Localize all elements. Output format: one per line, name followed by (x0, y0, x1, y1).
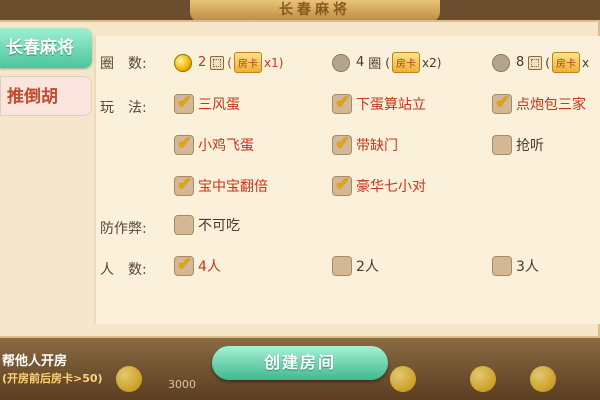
checkbox-checked (332, 133, 352, 155)
paren-close: ) (278, 55, 284, 70)
room-card-icon: 房卡 (391, 52, 420, 73)
wanfa-option-baozhongbao[interactable]: 宝中宝翻倍 (174, 174, 268, 196)
option-label: 豪华七小对 (356, 179, 426, 195)
tab-label: 长春麻将 (6, 38, 74, 58)
quan-label: 圈 数: (100, 56, 147, 72)
paren-close: ) (436, 55, 442, 70)
room-card-icon: 房卡 (551, 52, 580, 73)
checkbox-checked (332, 174, 352, 196)
quan-unit: 圈 (368, 57, 382, 72)
checkbox-unchecked (332, 256, 352, 276)
tab-changchun-mahjong[interactable]: 长春麻将 (0, 28, 92, 68)
paren-open: ( (545, 55, 550, 70)
help-open-room-note: (开房前后房卡>50) (2, 372, 103, 385)
quan-option-2[interactable]: 2 ( 房卡 x1 ) (174, 52, 283, 73)
wanfa-option-quemen[interactable]: 带缺门 (332, 133, 398, 155)
top-banner: 长春麻将 (190, 0, 440, 22)
tab-tuidaohu[interactable]: 推倒胡 (0, 76, 92, 116)
quan-option-8[interactable]: 8 ( 房卡 x (492, 52, 589, 73)
fangzuobi-label: 防作弊: (100, 221, 147, 237)
checkbox-checked (174, 174, 194, 196)
create-room-label: 创建房间 (263, 353, 336, 372)
radio (492, 53, 510, 72)
create-room-button[interactable]: 创建房间 (212, 346, 388, 380)
paren-open: ( (385, 55, 390, 70)
wanfa-option-haohua[interactable]: 豪华七小对 (332, 174, 426, 196)
quan-num: 8 (516, 55, 525, 70)
quan-option-4[interactable]: 4 圈 ( 房卡 x2 ) (332, 52, 441, 73)
wanfa-option-sanfengdan[interactable]: 三风蛋 (174, 92, 240, 114)
option-label: 抢听 (516, 138, 544, 154)
checkbox-checked (174, 92, 194, 114)
option-label: 下蛋算站立 (356, 97, 426, 113)
checkbox-checked (174, 133, 194, 155)
quan-mult: x (581, 55, 590, 70)
quan-unit-icon (528, 55, 543, 70)
option-label: 宝中宝翻倍 (198, 179, 268, 195)
coin-count: 3000 (168, 378, 196, 391)
radio-selected (174, 53, 192, 72)
wanfa-option-xiadan[interactable]: 下蛋算站立 (332, 92, 426, 114)
quan-mult: x1 (263, 55, 279, 70)
option-label: 2人 (356, 259, 379, 275)
quan-num: 4 (356, 55, 365, 70)
bot-gift-icon (470, 366, 496, 392)
checkbox-unchecked (492, 256, 512, 276)
renshu-option-2[interactable]: 2人 (332, 256, 379, 276)
help-open-room-button[interactable]: 帮他人开房 (2, 350, 67, 369)
option-label: 带缺门 (356, 138, 398, 154)
bot-coin-icon (116, 366, 142, 392)
tab-label: 推倒胡 (7, 87, 58, 107)
wanfa-option-qiangting[interactable]: 抢听 (492, 135, 544, 155)
option-label: 三风蛋 (198, 97, 240, 113)
renshu-option-4[interactable]: 4人 (174, 254, 221, 276)
paren-open: ( (227, 55, 232, 70)
checkbox-unchecked (492, 135, 512, 155)
bot-gem-icon (390, 366, 416, 392)
banner-title: 长春麻将 (279, 2, 351, 18)
option-label: 4人 (198, 259, 221, 275)
radio (332, 53, 350, 72)
renshu-option-3[interactable]: 3人 (492, 256, 539, 276)
option-label: 不可吃 (198, 218, 240, 234)
checkbox-checked (332, 92, 352, 114)
renshu-label: 人 数: (100, 262, 147, 278)
wanfa-label: 玩 法: (100, 100, 147, 116)
quan-num: 2 (198, 55, 207, 70)
bot-shop-icon (530, 366, 556, 392)
wanfa-option-xiaoji[interactable]: 小鸡飞蛋 (174, 133, 254, 155)
option-label: 点炮包三家 (516, 97, 586, 113)
quan-unit-icon (210, 55, 225, 70)
option-label: 3人 (516, 259, 539, 275)
option-label: 小鸡飞蛋 (198, 138, 254, 154)
checkbox-unchecked (174, 215, 194, 235)
checkbox-checked (492, 92, 512, 114)
checkbox-checked (174, 254, 194, 276)
fangzuobi-option-bukechi[interactable]: 不可吃 (174, 215, 240, 235)
wanfa-option-dianpao[interactable]: 点炮包三家 (492, 92, 586, 114)
quan-mult: x2 (421, 55, 437, 70)
room-card-icon: 房卡 (233, 52, 262, 73)
